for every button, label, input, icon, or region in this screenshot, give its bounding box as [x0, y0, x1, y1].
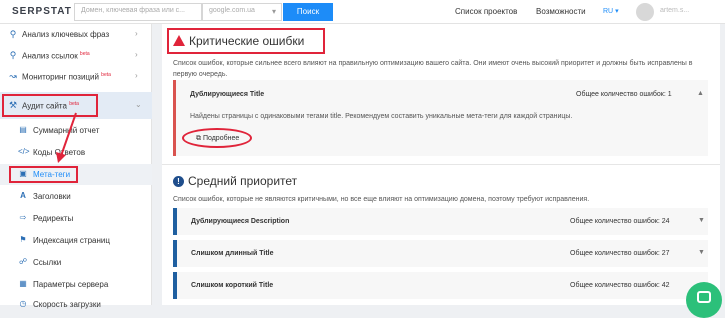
sidebar-subitem-label: Заголовки	[33, 192, 71, 201]
server-icon: ▦	[19, 279, 27, 288]
user-name[interactable]: artem.s...	[660, 7, 689, 14]
features-link[interactable]: Возможности	[536, 7, 586, 16]
index-icon: ⚑	[19, 235, 27, 244]
report-icon: ▤	[19, 125, 27, 134]
divider	[162, 164, 720, 165]
sidebar-subitem-label: Редиректы	[33, 214, 74, 223]
annotation-box	[167, 28, 325, 54]
sidebar-subitem-links[interactable]: ☍ Ссылки	[0, 252, 152, 273]
search-button[interactable]: Поиск	[283, 3, 333, 21]
beta-badge: beta	[79, 51, 90, 57]
sidebar-item-site-audit[interactable]: ⚒ Аудит сайта beta ⌄	[0, 92, 152, 119]
sidebar-subitem-label: Суммарный отчет	[33, 126, 100, 135]
error-count: Общее количество ошибок: 1	[576, 91, 672, 98]
error-card[interactable]: Дублирующиеся Description Общее количест…	[173, 208, 708, 235]
sidebar-item-backlinks[interactable]: ⚲ Анализ ссылок beta ›	[0, 45, 152, 66]
error-name: Дублирующиеся Description	[191, 218, 290, 225]
logo[interactable]: SERPSTAT	[12, 6, 72, 17]
error-name[interactable]: Дублирующиеся Title	[190, 91, 264, 98]
main-content: Критические ошибки Список ошибок, которы…	[162, 24, 720, 305]
sidebar-subitem-label: Индексация страниц	[33, 236, 110, 245]
annotation-box	[9, 166, 78, 183]
error-name: Слишком короткий Title	[191, 282, 274, 289]
avatar[interactable]	[636, 3, 654, 21]
info-icon: !	[173, 176, 184, 187]
sidebar-subitem-meta-tags[interactable]: ▣ Мета-теги	[0, 164, 152, 185]
sidebar-subitem-label: Параметры сервера	[33, 280, 109, 289]
language-select[interactable]: RU ▾	[603, 7, 619, 15]
projects-link[interactable]: Список проектов	[455, 7, 517, 16]
sidebar-item-label: Анализ ссылок beta	[22, 51, 90, 61]
error-description: Найдены страницы с одинаковыми тегами ti…	[190, 113, 573, 120]
annotation-box	[2, 94, 98, 117]
top-bar: SERPSTAT Домен, ключевая фраза или с... …	[0, 0, 725, 24]
sidebar-item-rank-tracker[interactable]: ↝ Мониторинг позиций beta ›	[0, 66, 152, 87]
search-input[interactable]: Домен, ключевая фраза или с...	[74, 3, 202, 21]
error-card[interactable]: Слишком длинный Title Общее количество о…	[173, 240, 708, 267]
chevron-down-icon[interactable]: ▼	[698, 249, 705, 256]
error-count: Общее количество ошибок: 27	[570, 250, 670, 257]
annotation-oval	[182, 128, 252, 148]
chevron-down-icon: ▾	[271, 7, 276, 16]
chevron-down-icon[interactable]: ▼	[698, 217, 705, 224]
heading-icon: A	[20, 191, 26, 200]
redirect-icon: ⇨	[19, 213, 27, 222]
sidebar-subitem-headings[interactable]: A Заголовки	[0, 186, 152, 207]
beta-badge: beta	[101, 72, 111, 78]
chevron-up-icon[interactable]: ▲	[697, 90, 704, 97]
link-icon: ☍	[18, 257, 28, 266]
chat-icon	[697, 291, 711, 303]
speed-icon: ◷	[19, 299, 27, 308]
chevron-right-icon: ›	[135, 29, 138, 38]
sidebar-subitem-summary[interactable]: ▤ Суммарный отчет	[0, 120, 152, 141]
sidebar-subitem-server[interactable]: ▦ Параметры сервера	[0, 274, 152, 295]
error-count: Общее количество ошибок: 24	[570, 218, 670, 225]
sidebar-item-label: Мониторинг позиций beta	[22, 72, 111, 82]
sidebar-subitem-status-codes[interactable]: </> Коды Ответов	[0, 142, 152, 163]
sidebar-item-label: Анализ ключевых фраз	[22, 30, 110, 39]
domain-select[interactable]: google.com.ua ▾	[202, 3, 282, 21]
chart-icon: ↝	[9, 71, 17, 81]
chevron-right-icon: ›	[135, 71, 138, 80]
search-icon: ⚲	[9, 29, 17, 39]
sidebar-subitem-label: Коды Ответов	[33, 148, 86, 157]
sidebar-item-keywords[interactable]: ⚲ Анализ ключевых фраз ›	[0, 24, 152, 45]
chevron-down-icon: ⌄	[135, 100, 142, 109]
sidebar-subitem-redirects[interactable]: ⇨ Редиректы	[0, 208, 152, 229]
critical-description: Список ошибок, которые сильнее всего вли…	[173, 60, 693, 78]
code-icon: </>	[18, 147, 30, 156]
error-name: Слишком длинный Title	[191, 250, 274, 257]
sidebar: ⚲ Анализ ключевых фраз › ⚲ Анализ ссылок…	[0, 24, 152, 309]
sidebar-subitem-label: Ссылки	[33, 258, 62, 267]
search-icon: ⚲	[9, 50, 17, 60]
error-card[interactable]: Слишком короткий Title Общее количество …	[173, 272, 708, 299]
chat-button[interactable]	[686, 282, 722, 318]
chevron-right-icon: ›	[135, 50, 138, 59]
domain-select-value: google.com.ua	[209, 7, 255, 14]
medium-description: Список ошибок, которые не являются крити…	[173, 196, 590, 203]
sidebar-subitem-indexing[interactable]: ⚑ Индексация страниц	[0, 230, 152, 251]
medium-section-title: ! Средний приоритет	[173, 174, 297, 188]
error-count: Общее количество ошибок: 42	[570, 282, 670, 289]
language-label: RU	[603, 8, 614, 15]
error-card: Дублирующиеся Title Общее количество оши…	[173, 80, 708, 156]
